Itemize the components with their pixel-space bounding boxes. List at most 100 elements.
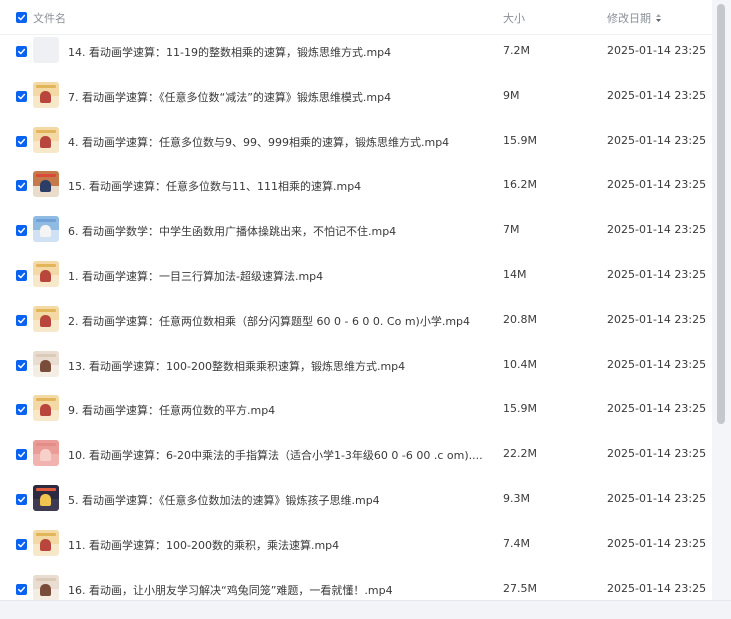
file-row[interactable]: 2. 看动画学速算：任意两位数相乘（部分闪算题型 60 0 - 6 0 0. C… [0, 299, 712, 343]
file-row[interactable]: 13. 看动画学速算：100-200整数相乘乘积速算，锻炼思维方式.mp4 10… [0, 344, 712, 388]
column-header-size[interactable]: 大小 [503, 10, 525, 26]
check-icon [18, 317, 26, 324]
file-row-checkbox[interactable] [16, 404, 27, 416]
check-icon [18, 93, 26, 100]
file-name[interactable]: 7. 看动画学速算：《任意多位数“减法”的速算》锻炼思维模式.mp4 [68, 89, 391, 105]
file-row-checkbox[interactable] [16, 225, 27, 237]
file-date: 2025-01-14 23:25 [607, 178, 707, 192]
file-name[interactable]: 6. 看动画学数学：中学生函数用广播体操跳出来，不怕记不住.mp4 [68, 223, 396, 239]
file-size: 7.4M [503, 536, 530, 550]
file-row-checkbox[interactable] [16, 314, 27, 326]
check-icon [18, 586, 26, 592]
file-date: 2025-01-14 23:25 [607, 268, 707, 281]
vertical-scrollbar[interactable] [712, 0, 731, 600]
video-thumbnail[interactable] [33, 126, 59, 153]
video-thumbnail[interactable] [33, 395, 59, 422]
check-icon [18, 272, 26, 279]
column-header-date[interactable]: 修改日期 [607, 10, 662, 26]
file-row[interactable]: 9. 看动画学速算：任意两位数的平方.mp4 15.9M 2025-01-14 … [0, 388, 712, 432]
file-row-checkbox[interactable] [16, 494, 27, 505]
check-icon [18, 362, 26, 368]
file-row-checkbox[interactable] [16, 270, 27, 281]
video-thumbnail[interactable] [33, 485, 59, 511]
file-name[interactable]: 10. 看动画学速算：6-20中乘法的手指算法（适合小学1-3年级60 0 -6… [68, 447, 483, 463]
file-name[interactable]: 9. 看动画学速算：任意两位数的平方.mp4 [68, 402, 275, 418]
file-row-checkbox[interactable] [16, 583, 27, 595]
video-thumbnail[interactable] [33, 305, 59, 332]
check-icon [18, 138, 26, 144]
file-size: 9.3M [503, 492, 530, 505]
select-all-checkbox[interactable] [16, 12, 27, 23]
file-row[interactable]: 5. 看动画学速算：《任意多位数加法的速算》锻炼孩子思维.mp4 9.3M 20… [0, 478, 712, 522]
check-icon [18, 48, 26, 55]
video-thumbnail[interactable] [33, 37, 59, 63]
file-size: 16.2M [503, 178, 537, 192]
file-date: 2025-01-14 23:25 [607, 492, 707, 505]
file-size: 15.9M [503, 402, 537, 416]
file-row[interactable]: 1. 看动画学速算：一目三行算加法-超级速算法.mp4 14M 2025-01-… [0, 254, 712, 298]
file-size: 22.2M [503, 447, 537, 461]
file-row[interactable]: 10. 看动画学速算：6-20中乘法的手指算法（适合小学1-3年级60 0 -6… [0, 433, 712, 477]
file-date: 2025-01-14 23:25 [607, 88, 707, 102]
check-icon [18, 183, 26, 189]
file-name[interactable]: 5. 看动画学速算：《任意多位数加法的速算》锻炼孩子思维.mp4 [68, 492, 380, 508]
file-date: 2025-01-14 23:25 [607, 447, 707, 461]
file-size: 7M [503, 223, 520, 237]
file-size: 7.2M [503, 44, 530, 57]
file-date: 2025-01-14 23:25 [607, 581, 707, 595]
check-icon [18, 541, 26, 548]
file-size: 27.5M [503, 581, 537, 595]
column-header-name[interactable]: 文件名 [33, 10, 66, 26]
file-date: 2025-01-14 23:25 [607, 133, 707, 147]
file-name[interactable]: 14. 看动画学速算：11-19的整数相乘的速算，锻炼思维方式.mp4 [68, 44, 391, 60]
file-name[interactable]: 1. 看动画学速算：一目三行算加法-超级速算法.mp4 [68, 268, 323, 284]
file-name[interactable]: 13. 看动画学速算：100-200整数相乘乘积速算，锻炼思维方式.mp4 [68, 358, 405, 374]
file-row-checkbox[interactable] [16, 90, 27, 102]
file-date: 2025-01-14 23:25 [607, 402, 707, 416]
file-row-checkbox[interactable] [16, 135, 27, 147]
file-row-checkbox[interactable] [16, 46, 27, 57]
check-icon [18, 407, 26, 413]
scrollbar-thumb[interactable] [717, 4, 725, 424]
column-header-date-label: 修改日期 [607, 12, 651, 25]
video-thumbnail[interactable] [33, 440, 59, 467]
file-name[interactable]: 4. 看动画学速算：任意多位数与9、99、999相乘的速算，锻炼思维方式.mp4 [68, 134, 449, 150]
file-date: 2025-01-14 23:25 [607, 536, 707, 550]
check-icon [18, 14, 26, 21]
file-row[interactable]: 7. 看动画学速算：《任意多位数“减法”的速算》锻炼思维模式.mp4 9M 20… [0, 75, 712, 119]
file-row[interactable]: 15. 看动画学速算：任意多位数与11、111相乘的速算.mp4 16.2M 2… [0, 164, 712, 208]
file-date: 2025-01-14 23:25 [607, 44, 707, 57]
video-thumbnail[interactable] [33, 171, 59, 198]
file-date: 2025-01-14 23:25 [607, 223, 707, 237]
file-row-checkbox[interactable] [16, 359, 27, 371]
video-thumbnail[interactable] [33, 529, 59, 556]
check-icon [18, 227, 26, 234]
file-date: 2025-01-14 23:25 [607, 312, 707, 326]
file-row[interactable]: 4. 看动画学速算：任意多位数与9、99、999相乘的速算，锻炼思维方式.mp4… [0, 120, 712, 164]
file-size: 10.4M [503, 357, 537, 371]
check-icon [18, 496, 26, 503]
file-size: 9M [503, 88, 520, 102]
file-row[interactable]: 11. 看动画学速算：100-200数的乘积，乘法速算.mp4 7.4M 202… [0, 523, 712, 567]
video-thumbnail[interactable] [33, 574, 59, 601]
file-row[interactable]: 6. 看动画学数学：中学生函数用广播体操跳出来，不怕记不住.mp4 7M 202… [0, 209, 712, 253]
sort-icon[interactable] [655, 13, 662, 23]
video-thumbnail[interactable] [33, 350, 59, 377]
file-size: 14M [503, 268, 527, 281]
file-row-checkbox[interactable] [16, 538, 27, 550]
file-size: 15.9M [503, 133, 537, 147]
file-name[interactable]: 2. 看动画学速算：任意两位数相乘（部分闪算题型 60 0 - 6 0 0. C… [68, 313, 470, 329]
video-thumbnail[interactable] [33, 216, 59, 243]
bottom-bar [0, 600, 731, 619]
video-thumbnail[interactable] [33, 81, 59, 108]
video-thumbnail[interactable] [33, 261, 59, 287]
file-name[interactable]: 11. 看动画学速算：100-200数的乘积，乘法速算.mp4 [68, 537, 339, 553]
check-icon [18, 451, 26, 458]
file-name[interactable]: 15. 看动画学速算：任意多位数与11、111相乘的速算.mp4 [68, 178, 361, 194]
file-name[interactable]: 16. 看动画，让小朋友学习解决“鸡兔同笼”难题，一看就懂！.mp4 [68, 582, 393, 598]
file-row-checkbox[interactable] [16, 180, 27, 192]
file-row[interactable]: 14. 看动画学速算：11-19的整数相乘的速算，锻炼思维方式.mp4 7.2M… [0, 30, 712, 74]
file-row-checkbox[interactable] [16, 449, 27, 461]
file-date: 2025-01-14 23:25 [607, 357, 707, 371]
file-size: 20.8M [503, 312, 537, 326]
